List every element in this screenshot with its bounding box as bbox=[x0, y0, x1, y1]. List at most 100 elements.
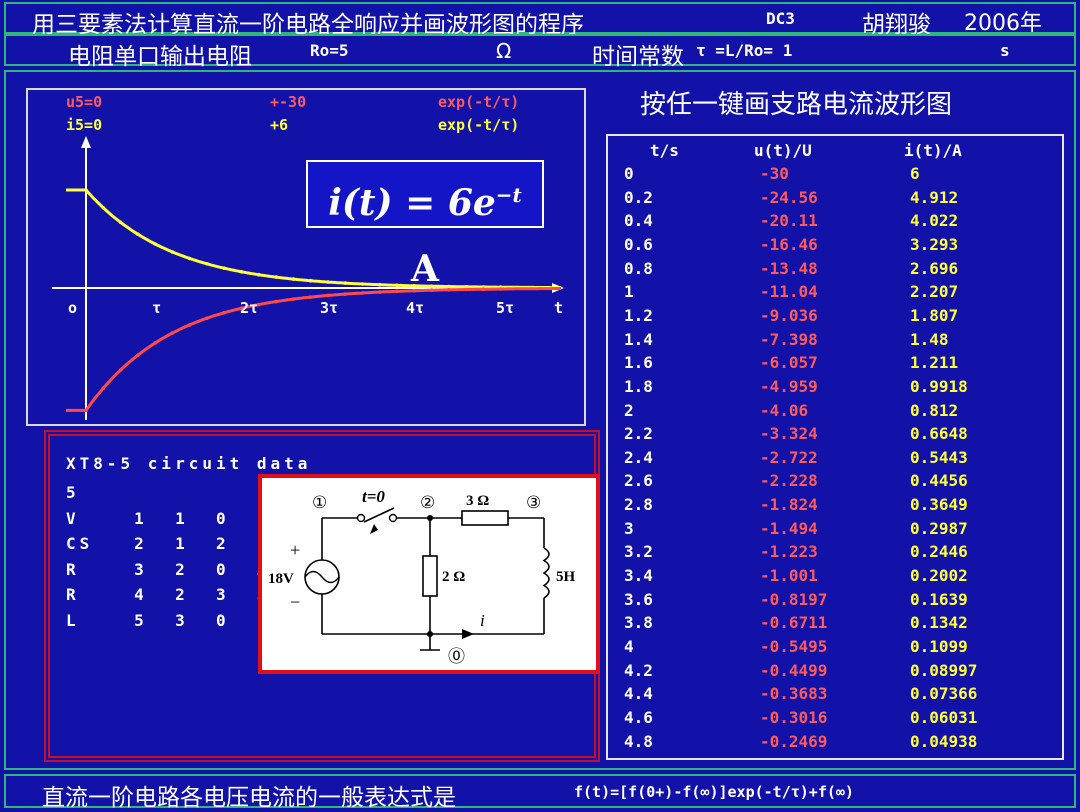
cell-i: 0.9918 bbox=[910, 376, 968, 396]
voltage-point bbox=[274, 299, 278, 304]
voltage-point bbox=[464, 287, 469, 292]
cell-u: -13.48 bbox=[760, 258, 818, 278]
cell-t: 0.8 bbox=[624, 258, 653, 278]
table-row: 1.4 -7.398 1.48 bbox=[608, 330, 1062, 354]
cell-t: 1 bbox=[624, 282, 634, 302]
current-point bbox=[136, 232, 140, 236]
inductor-icon bbox=[542, 547, 550, 599]
table-row: 2 -4.06 0.812 bbox=[608, 401, 1062, 425]
table-row: 3.2 -1.223 0.2446 bbox=[608, 542, 1062, 566]
table-row: 4 -0.5495 0.1099 bbox=[608, 637, 1062, 661]
current-point bbox=[205, 262, 209, 266]
cell-i: 0.3649 bbox=[910, 495, 968, 515]
waveform-chart: u5=0 +-30 exp(-t/τ) i5=0 +6 exp(-t/τ) oτ… bbox=[26, 88, 586, 426]
current-point bbox=[222, 266, 226, 270]
cell-u: -0.2469 bbox=[760, 731, 828, 751]
node-0-label: ⓪ bbox=[448, 647, 465, 666]
circuit-data-line: 5 bbox=[66, 483, 80, 502]
cell-i: 0.06031 bbox=[910, 707, 978, 727]
voltage-point bbox=[291, 297, 296, 301]
cell-u: -30 bbox=[760, 164, 789, 183]
cell-i: 1.48 bbox=[910, 329, 949, 349]
switch-arrow-icon bbox=[370, 524, 378, 534]
node-1-label: ① bbox=[312, 493, 327, 512]
circuit-data-line: R 3 2 0 2 bbox=[66, 559, 271, 579]
cell-i: 4.912 bbox=[910, 187, 959, 207]
cell-u: -0.3016 bbox=[760, 707, 828, 727]
current-point bbox=[101, 206, 106, 210]
cell-t: 1.2 bbox=[624, 305, 653, 325]
footer-formula: f(t)=[f(0+)-f(∞)]exp(-t/τ)+f(∞) bbox=[574, 783, 854, 801]
cell-t: 2 bbox=[624, 400, 634, 420]
header-i: i(t)/A bbox=[904, 141, 962, 160]
cell-u: -3.324 bbox=[760, 424, 818, 444]
formula-text: i(t) = 6e bbox=[328, 182, 496, 224]
current-point bbox=[291, 277, 296, 281]
switch-label: t=0 bbox=[362, 487, 385, 506]
cell-u: -20.11 bbox=[760, 211, 818, 231]
cell-i: 2.207 bbox=[910, 282, 959, 302]
x-tick-label: 3τ bbox=[320, 299, 338, 317]
cell-i: 2.696 bbox=[910, 258, 959, 278]
cell-t: 4.4 bbox=[624, 684, 653, 704]
table-header: t/s u(t)/U i(t)/A bbox=[608, 141, 1062, 165]
cell-i: 0.08997 bbox=[910, 660, 978, 680]
formula-unit: A bbox=[411, 248, 439, 290]
cell-i: 0.1342 bbox=[910, 613, 968, 633]
x-tick-label: 5τ bbox=[496, 299, 514, 317]
cell-u: -0.5495 bbox=[760, 637, 828, 656]
cell-t: 3.4 bbox=[624, 566, 653, 586]
cell-i: 0.2002 bbox=[910, 566, 968, 586]
formula-exponent: −t bbox=[495, 183, 522, 207]
cell-t: 2.4 bbox=[624, 447, 653, 467]
program-code: DC3 bbox=[766, 9, 795, 28]
cell-t: 3.8 bbox=[624, 613, 653, 633]
cell-u: -7.398 bbox=[760, 329, 818, 349]
voltage-point bbox=[136, 353, 140, 358]
current-point bbox=[360, 282, 365, 286]
voltage-point bbox=[222, 310, 226, 315]
cell-i: 0.4456 bbox=[910, 471, 968, 491]
resistor-2ohm bbox=[422, 555, 438, 597]
switch-contact-left bbox=[356, 513, 366, 523]
current-point bbox=[308, 278, 313, 283]
circuit-data-panel: XT8-5 circuit data 5 V 1 1 0 18 CS 2 1 2 R … bbox=[44, 430, 600, 762]
cell-u: -0.6711 bbox=[760, 613, 828, 633]
cell-t: 0.2 bbox=[624, 187, 653, 207]
circuit-data-line: V 1 1 0 18 bbox=[66, 508, 285, 528]
circuit-data-lines: 5 V 1 1 0 18 CS 2 1 2 R 3 2 0 2 R 4 2 3 3 L 5… bbox=[66, 480, 284, 633]
table-row: 3.4 -1.001 0.2002 bbox=[608, 566, 1062, 590]
cell-t: 4.2 bbox=[624, 660, 653, 680]
circuit-data-line: R 4 2 3 3 bbox=[66, 585, 271, 604]
cell-u: -1.001 bbox=[760, 566, 818, 586]
cell-u: -9.036 bbox=[760, 305, 818, 325]
cell-i: 0.2987 bbox=[910, 518, 968, 538]
current-label: i bbox=[480, 611, 485, 630]
minus-sign: − bbox=[290, 592, 300, 612]
cell-u: -0.4499 bbox=[760, 660, 828, 680]
voltage-point bbox=[170, 331, 175, 335]
voltage-point bbox=[360, 291, 365, 295]
voltage-curve bbox=[66, 287, 562, 412]
table-row: 4.8 -0.2469 0.04938 bbox=[608, 732, 1062, 756]
values-table: t/s u(t)/U i(t)/A 0 -30 6 0.2 -24.56 4.912 0.4… bbox=[606, 134, 1064, 760]
cell-i: 1.211 bbox=[910, 353, 959, 373]
cell-u: -0.3683 bbox=[760, 684, 828, 704]
x-tick-label: o bbox=[68, 299, 77, 317]
table-row: 1.6 -6.057 1.211 bbox=[608, 353, 1062, 377]
cell-i: 3.293 bbox=[910, 234, 959, 254]
table-row: 1.8 -4.959 0.9918 bbox=[608, 377, 1062, 401]
table-row: 0.6 -16.46 3.293 bbox=[608, 235, 1062, 259]
current-point bbox=[395, 283, 399, 288]
voltage-point bbox=[378, 290, 382, 294]
cell-t: 3.2 bbox=[624, 542, 653, 562]
table-row: 3.8 -0.6711 0.1342 bbox=[608, 613, 1062, 637]
cell-u: -2.722 bbox=[760, 447, 818, 467]
voltage-point bbox=[481, 287, 486, 291]
cell-u: -0.8197 bbox=[760, 589, 828, 609]
table-row: 0.2 -24.56 4.912 bbox=[608, 188, 1062, 212]
cell-u: -11.04 bbox=[760, 282, 818, 302]
waveform-plot: o τ 2τ 3τ 4τ 5τ t bbox=[52, 136, 564, 420]
current-point bbox=[326, 280, 330, 284]
current-point bbox=[239, 270, 244, 274]
